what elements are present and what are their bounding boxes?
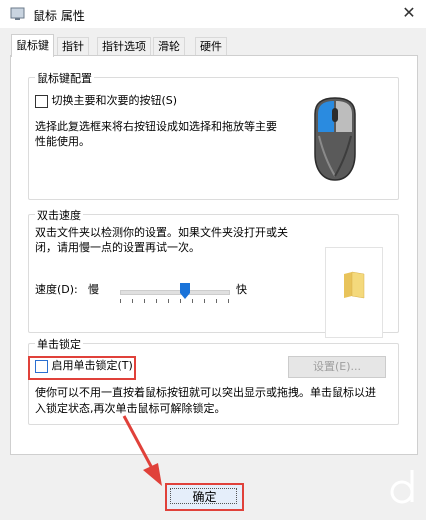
slider-tick <box>132 299 133 303</box>
ok-button[interactable]: 确定 <box>165 483 244 511</box>
group-label: 鼠标键配置 <box>35 70 94 86</box>
title-bar: 鼠标 属性 ✕ <box>0 0 426 28</box>
double-click-description-line2: 闭，请用慢一点的设置再试一次。 <box>35 241 200 254</box>
slider-tick <box>204 299 205 303</box>
slider-tick <box>180 299 181 303</box>
tab-pointers[interactable]: 指针 <box>57 37 89 56</box>
watermark-logo-icon <box>390 470 414 504</box>
window-title: 鼠标 属性 <box>33 9 85 23</box>
mouse-illustration-icon <box>314 97 356 181</box>
tab-wheel[interactable]: 滑轮 <box>153 37 185 56</box>
ok-label: 确定 <box>192 490 217 504</box>
swap-buttons-label: 切换主要和次要的按钮(S) <box>51 94 178 107</box>
tab-label: 鼠标键 <box>16 39 49 52</box>
slider-track[interactable] <box>120 290 230 295</box>
tab-label: 滑轮 <box>158 40 180 53</box>
slider-tick <box>144 299 145 303</box>
slow-label: 慢 <box>88 283 99 296</box>
slider-tick <box>216 299 217 303</box>
swap-buttons-checkbox[interactable] <box>35 94 48 108</box>
swap-description-line1: 选择此复选框来将右按钮设成如选择和拖放等主要 <box>35 120 277 133</box>
mouse-properties-window: 鼠标 属性 ✕ 鼠标键 指针 指针选项 滑轮 硬件 鼠标键配置 切换主要和次要的… <box>0 0 426 520</box>
slider-tick <box>192 299 193 303</box>
tab-label: 指针 <box>62 40 84 53</box>
close-button[interactable]: ✕ <box>392 0 426 28</box>
tab-label: 指针选项 <box>102 40 146 53</box>
tab-buttons[interactable]: 鼠标键 <box>11 34 54 57</box>
tab-label: 硬件 <box>200 40 222 53</box>
click-lock-description-line2: 入锁定状态,再次单击鼠标可解除锁定。 <box>35 402 226 415</box>
speed-label: 速度(D): <box>35 283 78 296</box>
group-label: 单击锁定 <box>35 336 83 352</box>
click-lock-description-line1: 使你可以不用一直按着鼠标按钮就可以突出显示或拖拽。单击鼠标以进 <box>35 386 376 399</box>
slider-tick <box>120 299 121 303</box>
mouse-icon <box>10 7 25 20</box>
swap-buttons-checkbox-row[interactable]: 切换主要和次要的按钮(S) <box>35 93 177 109</box>
slider-tick <box>168 299 169 303</box>
click-lock-settings-button[interactable]: 设置(E)... <box>288 356 386 378</box>
click-lock-highlight-box <box>28 356 136 380</box>
double-click-description-line1: 双击文件夹以检测你的设置。如果文件夹没打开或关 <box>35 226 288 239</box>
group-label: 双击速度 <box>35 207 83 223</box>
tab-pointer-options[interactable]: 指针选项 <box>97 37 151 56</box>
slider-thumb[interactable] <box>179 283 190 299</box>
fast-label: 快 <box>236 283 247 296</box>
close-icon: ✕ <box>402 3 416 22</box>
test-folder-area[interactable] <box>325 247 383 338</box>
tab-hardware[interactable]: 硬件 <box>195 37 227 56</box>
folder-icon <box>344 271 365 299</box>
swap-description-line2: 性能使用。 <box>35 135 90 148</box>
slider-tick <box>228 299 229 303</box>
slider-tick <box>156 299 157 303</box>
